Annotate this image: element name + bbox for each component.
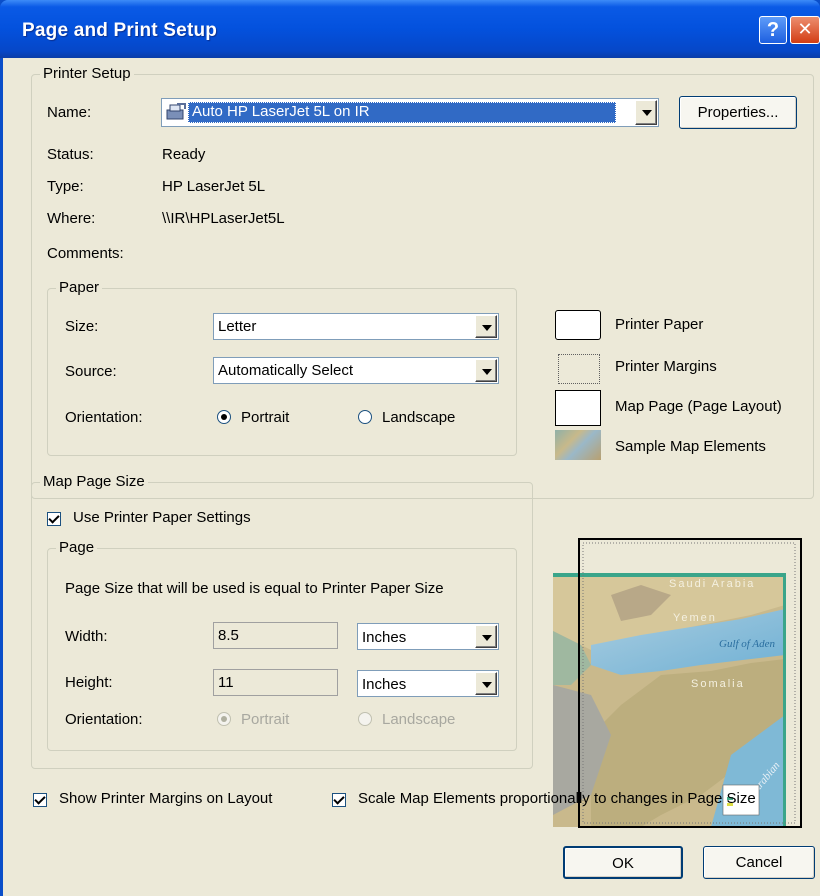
map-page-size-group-label: Map Page Size — [40, 473, 148, 490]
dialog-body: Printer Setup Name: Auto HP LaserJet 5L … — [0, 58, 820, 896]
where-value: \\IR\HPLaserJet5L — [162, 210, 285, 227]
scale-elements-label[interactable]: Scale Map Elements proportionally to cha… — [358, 790, 756, 807]
page-portrait-radio[interactable] — [217, 712, 231, 726]
legend-map-page: Map Page (Page Layout) — [615, 398, 782, 415]
ok-button[interactable]: OK — [563, 846, 683, 879]
paper-landscape-radio[interactable] — [358, 410, 372, 424]
chevron-down-icon[interactable] — [475, 315, 497, 338]
chevron-down-icon[interactable] — [475, 359, 497, 382]
dialog-title: Page and Print Setup — [22, 20, 218, 41]
printer-setup-group-label: Printer Setup — [40, 65, 134, 82]
map-label-saudi: Saudi Arabia — [669, 578, 755, 590]
legend-printer-paper: Printer Paper — [615, 316, 704, 333]
paper-orientation-label: Orientation: — [65, 409, 143, 426]
printer-name-value: Auto HP LaserJet 5L on IR — [192, 103, 370, 120]
paper-size-dropdown[interactable]: Letter — [213, 313, 499, 340]
chevron-down-icon[interactable] — [475, 625, 497, 648]
map-label-somalia: Somalia — [691, 678, 745, 690]
type-value: HP LaserJet 5L — [162, 178, 266, 195]
type-label: Type: — [47, 178, 84, 195]
map-page-swatch — [555, 390, 601, 426]
page-landscape-radio[interactable] — [358, 712, 372, 726]
paper-source-value: Automatically Select — [218, 362, 354, 379]
legend-printer-margins: Printer Margins — [615, 358, 717, 375]
legend-sample-elements: Sample Map Elements — [615, 438, 766, 455]
map-label-gulf: Gulf of Aden — [719, 638, 776, 650]
paper-size-value: Letter — [218, 318, 257, 335]
printer-icon — [165, 102, 187, 123]
width-value: 8.5 — [218, 627, 239, 644]
width-units-dropdown[interactable]: Inches — [357, 623, 499, 650]
height-units-dropdown[interactable]: Inches — [357, 670, 499, 697]
use-printer-settings-checkbox[interactable] — [47, 512, 61, 526]
properties-button[interactable]: Properties... — [679, 96, 797, 129]
chevron-down-icon[interactable] — [475, 672, 497, 695]
use-printer-settings-label[interactable]: Use Printer Paper Settings — [73, 509, 251, 526]
paper-landscape-label[interactable]: Landscape — [382, 409, 455, 426]
where-label: Where: — [47, 210, 96, 227]
status-label: Status: — [47, 146, 94, 163]
help-button[interactable]: ? — [759, 16, 787, 44]
height-units-value: Inches — [362, 676, 407, 693]
paper-size-label: Size: — [65, 318, 99, 335]
page-size-info: Page Size that will be used is equal to … — [65, 580, 444, 597]
height-field[interactable]: 11 — [213, 669, 338, 696]
paper-source-label: Source: — [65, 363, 117, 380]
page-orientation-label: Orientation: — [65, 711, 143, 728]
height-value: 11 — [218, 674, 234, 691]
show-margins-label[interactable]: Show Printer Margins on Layout — [59, 790, 272, 807]
page-group-label: Page — [56, 539, 98, 556]
page-portrait-label: Portrait — [241, 711, 290, 728]
paper-portrait-label[interactable]: Portrait — [241, 409, 289, 426]
width-label: Width: — [65, 628, 108, 645]
map-label-yemen: Yemen — [673, 612, 717, 624]
paper-source-dropdown[interactable]: Automatically Select — [213, 357, 499, 384]
title-bar[interactable]: Page and Print Setup ? ✕ — [0, 0, 820, 58]
chevron-down-icon[interactable] — [635, 100, 657, 125]
paper-portrait-radio[interactable] — [217, 410, 231, 424]
printer-name-dropdown[interactable]: Auto HP LaserJet 5L on IR — [161, 98, 659, 127]
width-field[interactable]: 8.5 — [213, 622, 338, 649]
page-landscape-label: Landscape — [382, 711, 456, 728]
cancel-button[interactable]: Cancel — [703, 846, 815, 879]
printer-name-label: Name: — [47, 104, 92, 121]
status-value: Ready — [162, 146, 206, 163]
close-button[interactable]: ✕ — [790, 16, 820, 44]
map-preview: Saudi Arabia Yemen Gulf of Aden Somalia … — [551, 535, 803, 829]
width-units-value: Inches — [362, 629, 407, 646]
comments-label: Comments: — [47, 245, 124, 262]
dialog-window: Page and Print Setup ? ✕ Printer Setup N… — [0, 0, 820, 896]
scale-elements-checkbox[interactable] — [332, 793, 346, 807]
sample-map-swatch — [555, 430, 601, 460]
height-label: Height: — [65, 674, 113, 691]
paper-group-label: Paper — [56, 279, 103, 296]
printer-paper-swatch — [555, 310, 601, 340]
show-margins-checkbox[interactable] — [33, 793, 47, 807]
printer-margins-swatch — [558, 354, 600, 384]
